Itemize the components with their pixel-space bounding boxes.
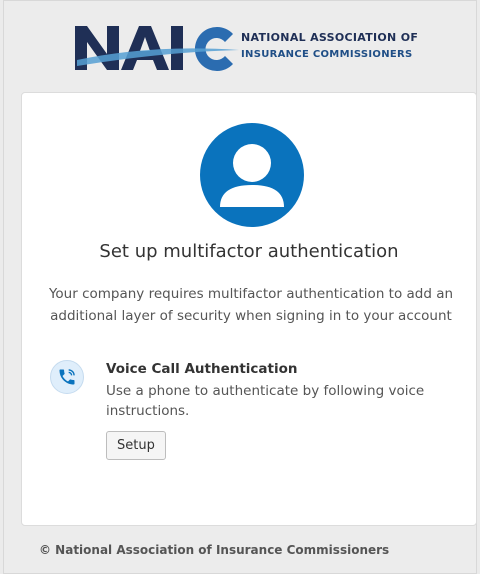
phone-call-icon [50,360,84,394]
page-background: NATIONAL ASSOCIATION OF INSURANCE COMMIS… [3,0,477,574]
setup-button[interactable]: Setup [106,431,166,460]
mfa-setup-card: Set up multifactor authentication Your c… [21,92,477,526]
mfa-description: Your company requires multifactor authen… [48,286,454,324]
factor-body: Voice Call Authentication Use a phone to… [106,355,446,460]
logo-line-national-association: NATIONAL ASSOCIATION OF [241,31,419,44]
logo-line-insurance-commissioners: INSURANCE COMMISSIONERS [241,49,413,60]
factor-description: Use a phone to authenticate by following… [106,383,425,419]
page-title: Set up multifactor authentication [99,241,399,262]
naic-logo-mark [75,26,239,71]
footer-copyright: © National Association of Insurance Comm… [39,543,390,557]
naic-logo: NATIONAL ASSOCIATION OF INSURANCE COMMIS… [73,20,463,74]
factor-title: Voice Call Authentication [106,361,298,377]
user-avatar-icon [200,123,304,227]
